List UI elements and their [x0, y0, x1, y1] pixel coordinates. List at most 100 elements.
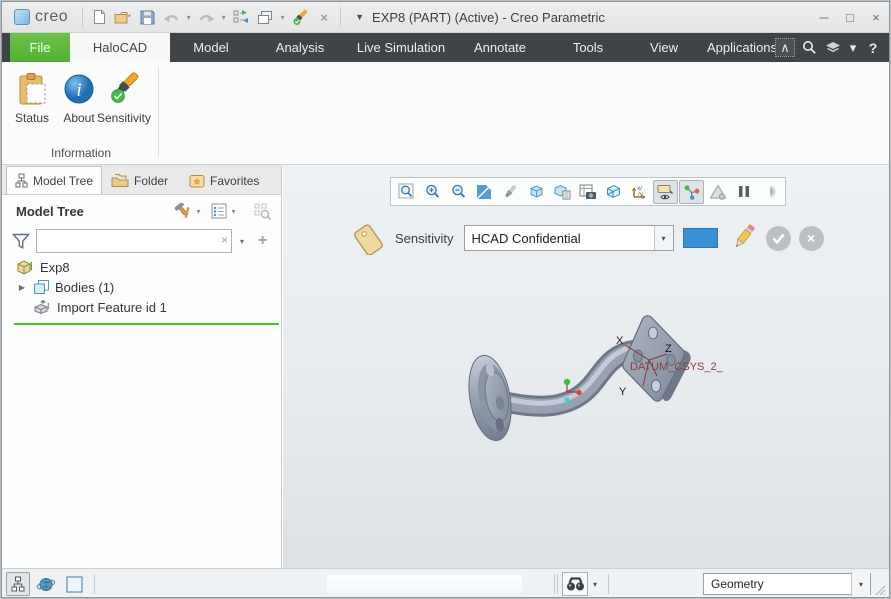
title-caret-icon[interactable]: ▼ [355, 12, 364, 22]
close-window-group-button[interactable]: × [312, 6, 336, 28]
saved-orientations-button[interactable] [550, 180, 575, 204]
tree-filter-input[interactable] [36, 229, 232, 253]
model-display-button[interactable] [288, 6, 312, 28]
zoom-window-button[interactable] [394, 180, 419, 204]
windows-button[interactable] [253, 6, 277, 28]
creo-logo: creo [2, 8, 78, 26]
filter-dropdown-arrow[interactable]: ▾ [851, 572, 870, 596]
tab-model[interactable]: Model [172, 33, 250, 62]
tools-hammer-icon [174, 203, 192, 220]
sensitivity-ribbon-button[interactable]: Sensitivity [94, 67, 154, 143]
datum-display-button[interactable]: x//y [627, 180, 652, 204]
combo-dropdown-arrow[interactable]: ▾ [654, 226, 673, 250]
tree-insert-here-line[interactable] [14, 323, 279, 325]
part-3d-model[interactable]: X Y Z DATUM_CSYS_2_ [453, 308, 793, 473]
expand-arrow-icon[interactable]: ▶ [16, 283, 28, 292]
undo-dropdown[interactable]: ▾ [183, 13, 194, 22]
open-button[interactable] [111, 6, 135, 28]
regenerate-button[interactable] [229, 6, 253, 28]
window-title: EXP8 (PART) (Active) - Creo Parametric [372, 10, 605, 25]
redo-dropdown[interactable]: ▾ [218, 13, 229, 22]
sensitivity-bar: Sensitivity HCAD Confidential ▾ × [349, 219, 824, 257]
fullscreen-toggle-button[interactable] [62, 572, 86, 596]
tree-item-root[interactable]: Exp8 [2, 257, 281, 277]
status-button-label: Status [15, 111, 49, 125]
tab-file[interactable]: File [10, 33, 70, 62]
minimize-button[interactable]: ─ [811, 5, 837, 29]
tab-folder-browser[interactable]: Folder Bro [102, 166, 180, 194]
model-tree-toolbar-icons: ▾ ▾ [173, 200, 273, 222]
simulation-warning-button[interactable] [705, 180, 730, 204]
spin-center-button[interactable] [679, 180, 704, 204]
axis-z-label: Z [665, 343, 672, 355]
tree-search-button[interactable] [253, 200, 273, 222]
learning-dropdown[interactable]: ▾ [847, 38, 859, 58]
tab-live-simulation[interactable]: Live Simulation [348, 33, 454, 62]
tab-favorites[interactable]: Favorites [180, 166, 268, 194]
tree-tools-button[interactable] [173, 200, 193, 222]
resume-button[interactable] [757, 180, 782, 204]
clear-filter-icon[interactable]: × [221, 233, 228, 247]
tree-settings-button[interactable] [210, 200, 228, 222]
tree-settings-dropdown[interactable]: ▾ [228, 207, 239, 216]
help-button[interactable]: ? [863, 38, 883, 58]
status-clipboard-icon [16, 67, 48, 111]
zoom-in-button[interactable] [420, 180, 445, 204]
tab-view[interactable]: View [634, 33, 694, 62]
axis-y-label: Y [619, 386, 627, 398]
cancel-button[interactable]: × [799, 226, 824, 251]
new-file-button[interactable] [87, 6, 111, 28]
tab-halocad[interactable]: HaloCAD [70, 33, 170, 62]
sensitivity-combobox[interactable]: HCAD Confidential ▾ [464, 225, 674, 251]
sensitivity-button-label: Sensitivity [97, 111, 151, 125]
tab-model-tree[interactable]: Model Tree [6, 166, 102, 194]
tree-item-import-feature[interactable]: Import Feature id 1 [2, 297, 281, 317]
search-dropdown[interactable]: ▾ [588, 573, 602, 595]
pencil-icon [731, 222, 758, 251]
display-style-button[interactable] [524, 180, 549, 204]
add-filter-button[interactable]: + [258, 232, 267, 250]
tree-item-bodies[interactable]: ▶ Bodies (1) [2, 277, 281, 297]
tree-tools-dropdown[interactable]: ▾ [193, 207, 204, 216]
save-icon [140, 10, 155, 25]
close-button[interactable]: × [863, 5, 889, 29]
tab-applications[interactable]: Applications [700, 33, 784, 62]
annotation-display-button[interactable] [653, 180, 678, 204]
toggle-model-tree-button[interactable] [6, 572, 30, 596]
blank-window-icon [66, 576, 83, 593]
zoom-out-button[interactable] [446, 180, 471, 204]
command-search-button[interactable] [799, 38, 819, 58]
apply-button[interactable] [766, 226, 791, 251]
divider [608, 574, 609, 594]
resize-grip[interactable] [875, 585, 886, 596]
status-button[interactable]: Status [6, 67, 58, 143]
graphics-area[interactable]: x//y Sensitivity HCAD Confidential [283, 165, 890, 568]
save-button[interactable] [135, 6, 159, 28]
undo-button[interactable] [159, 6, 183, 28]
tab-analysis[interactable]: Analysis [258, 33, 342, 62]
navigator-panel: Model Tree Folder Bro Favorites Model Tr… [2, 165, 282, 568]
learning-connector-button[interactable] [823, 38, 843, 58]
svg-text:/y: /y [638, 191, 644, 198]
collapse-ribbon-button[interactable]: ∧ [775, 38, 795, 57]
refit-button[interactable] [472, 180, 497, 204]
tree-item-bodies-label: Bodies (1) [55, 280, 114, 295]
windows-dropdown[interactable]: ▾ [277, 13, 288, 22]
regenerate-icon [233, 9, 250, 25]
tab-annotate[interactable]: Annotate [462, 33, 538, 62]
search-model-button[interactable] [562, 572, 588, 596]
web-browser-button[interactable] [34, 572, 58, 596]
selection-filter-combobox[interactable]: Geometry ▾ [703, 573, 871, 595]
tab-tools[interactable]: Tools [552, 33, 624, 62]
maximize-button[interactable]: □ [837, 5, 863, 29]
sensitivity-label: Sensitivity [395, 231, 454, 246]
redo-button[interactable] [194, 6, 218, 28]
view-manager-button[interactable] [576, 180, 601, 204]
repaint-button[interactable] [498, 180, 523, 204]
model-tree-toolbar: Model Tree ▾ ▾ [2, 197, 281, 225]
undo-icon [163, 11, 180, 24]
pause-button[interactable] [731, 180, 756, 204]
edit-sensitivity-button[interactable] [731, 222, 758, 254]
perspective-view-button[interactable] [602, 180, 627, 204]
filter-dropdown[interactable]: ▾ [234, 229, 250, 253]
